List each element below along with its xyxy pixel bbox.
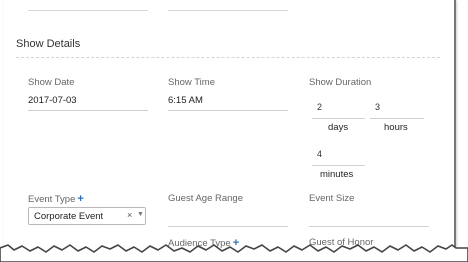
duration-days-underline [312, 118, 365, 119]
duration-minutes-unit: minutes [320, 169, 354, 180]
field-underline[interactable] [28, 10, 148, 11]
panel-edge [454, 0, 456, 262]
event-type-select[interactable]: Corporate Event × ▼ [28, 207, 146, 225]
duration-hours-input[interactable]: 3 [375, 102, 380, 112]
show-date-underline [28, 110, 148, 111]
show-duration-label: Show Duration [309, 77, 372, 88]
show-date-input[interactable]: 2017-07-03 [28, 95, 77, 106]
show-time-input[interactable]: 6:15 AM [168, 95, 203, 106]
chevron-down-icon[interactable]: ▼ [137, 211, 144, 218]
section-divider [16, 57, 440, 58]
event-size-label: Event Size [309, 193, 355, 204]
event-size-underline[interactable] [309, 226, 429, 227]
duration-minutes-input[interactable]: 4 [317, 149, 322, 159]
duration-days-input[interactable]: 2 [317, 102, 322, 112]
show-date-label: Show Date [28, 77, 75, 88]
add-event-type-icon[interactable]: + [77, 193, 83, 205]
duration-hours-underline [370, 118, 424, 119]
guest-age-range-label: Guest Age Range [168, 193, 243, 204]
event-type-label-text: Event Type [28, 194, 76, 205]
event-type-value: Corporate Event [34, 211, 104, 222]
event-type-label: Event Type + [28, 193, 84, 205]
field-underline[interactable] [168, 10, 288, 11]
duration-minutes-underline [312, 165, 365, 166]
show-time-underline [168, 110, 288, 111]
show-time-label: Show Time [168, 77, 215, 88]
torn-edge [0, 244, 468, 262]
guest-age-range-underline[interactable] [168, 226, 288, 227]
duration-hours-unit: hours [384, 122, 408, 133]
duration-days-unit: days [328, 122, 349, 133]
clear-icon[interactable]: × [127, 210, 132, 220]
section-title: Show Details [16, 38, 81, 50]
